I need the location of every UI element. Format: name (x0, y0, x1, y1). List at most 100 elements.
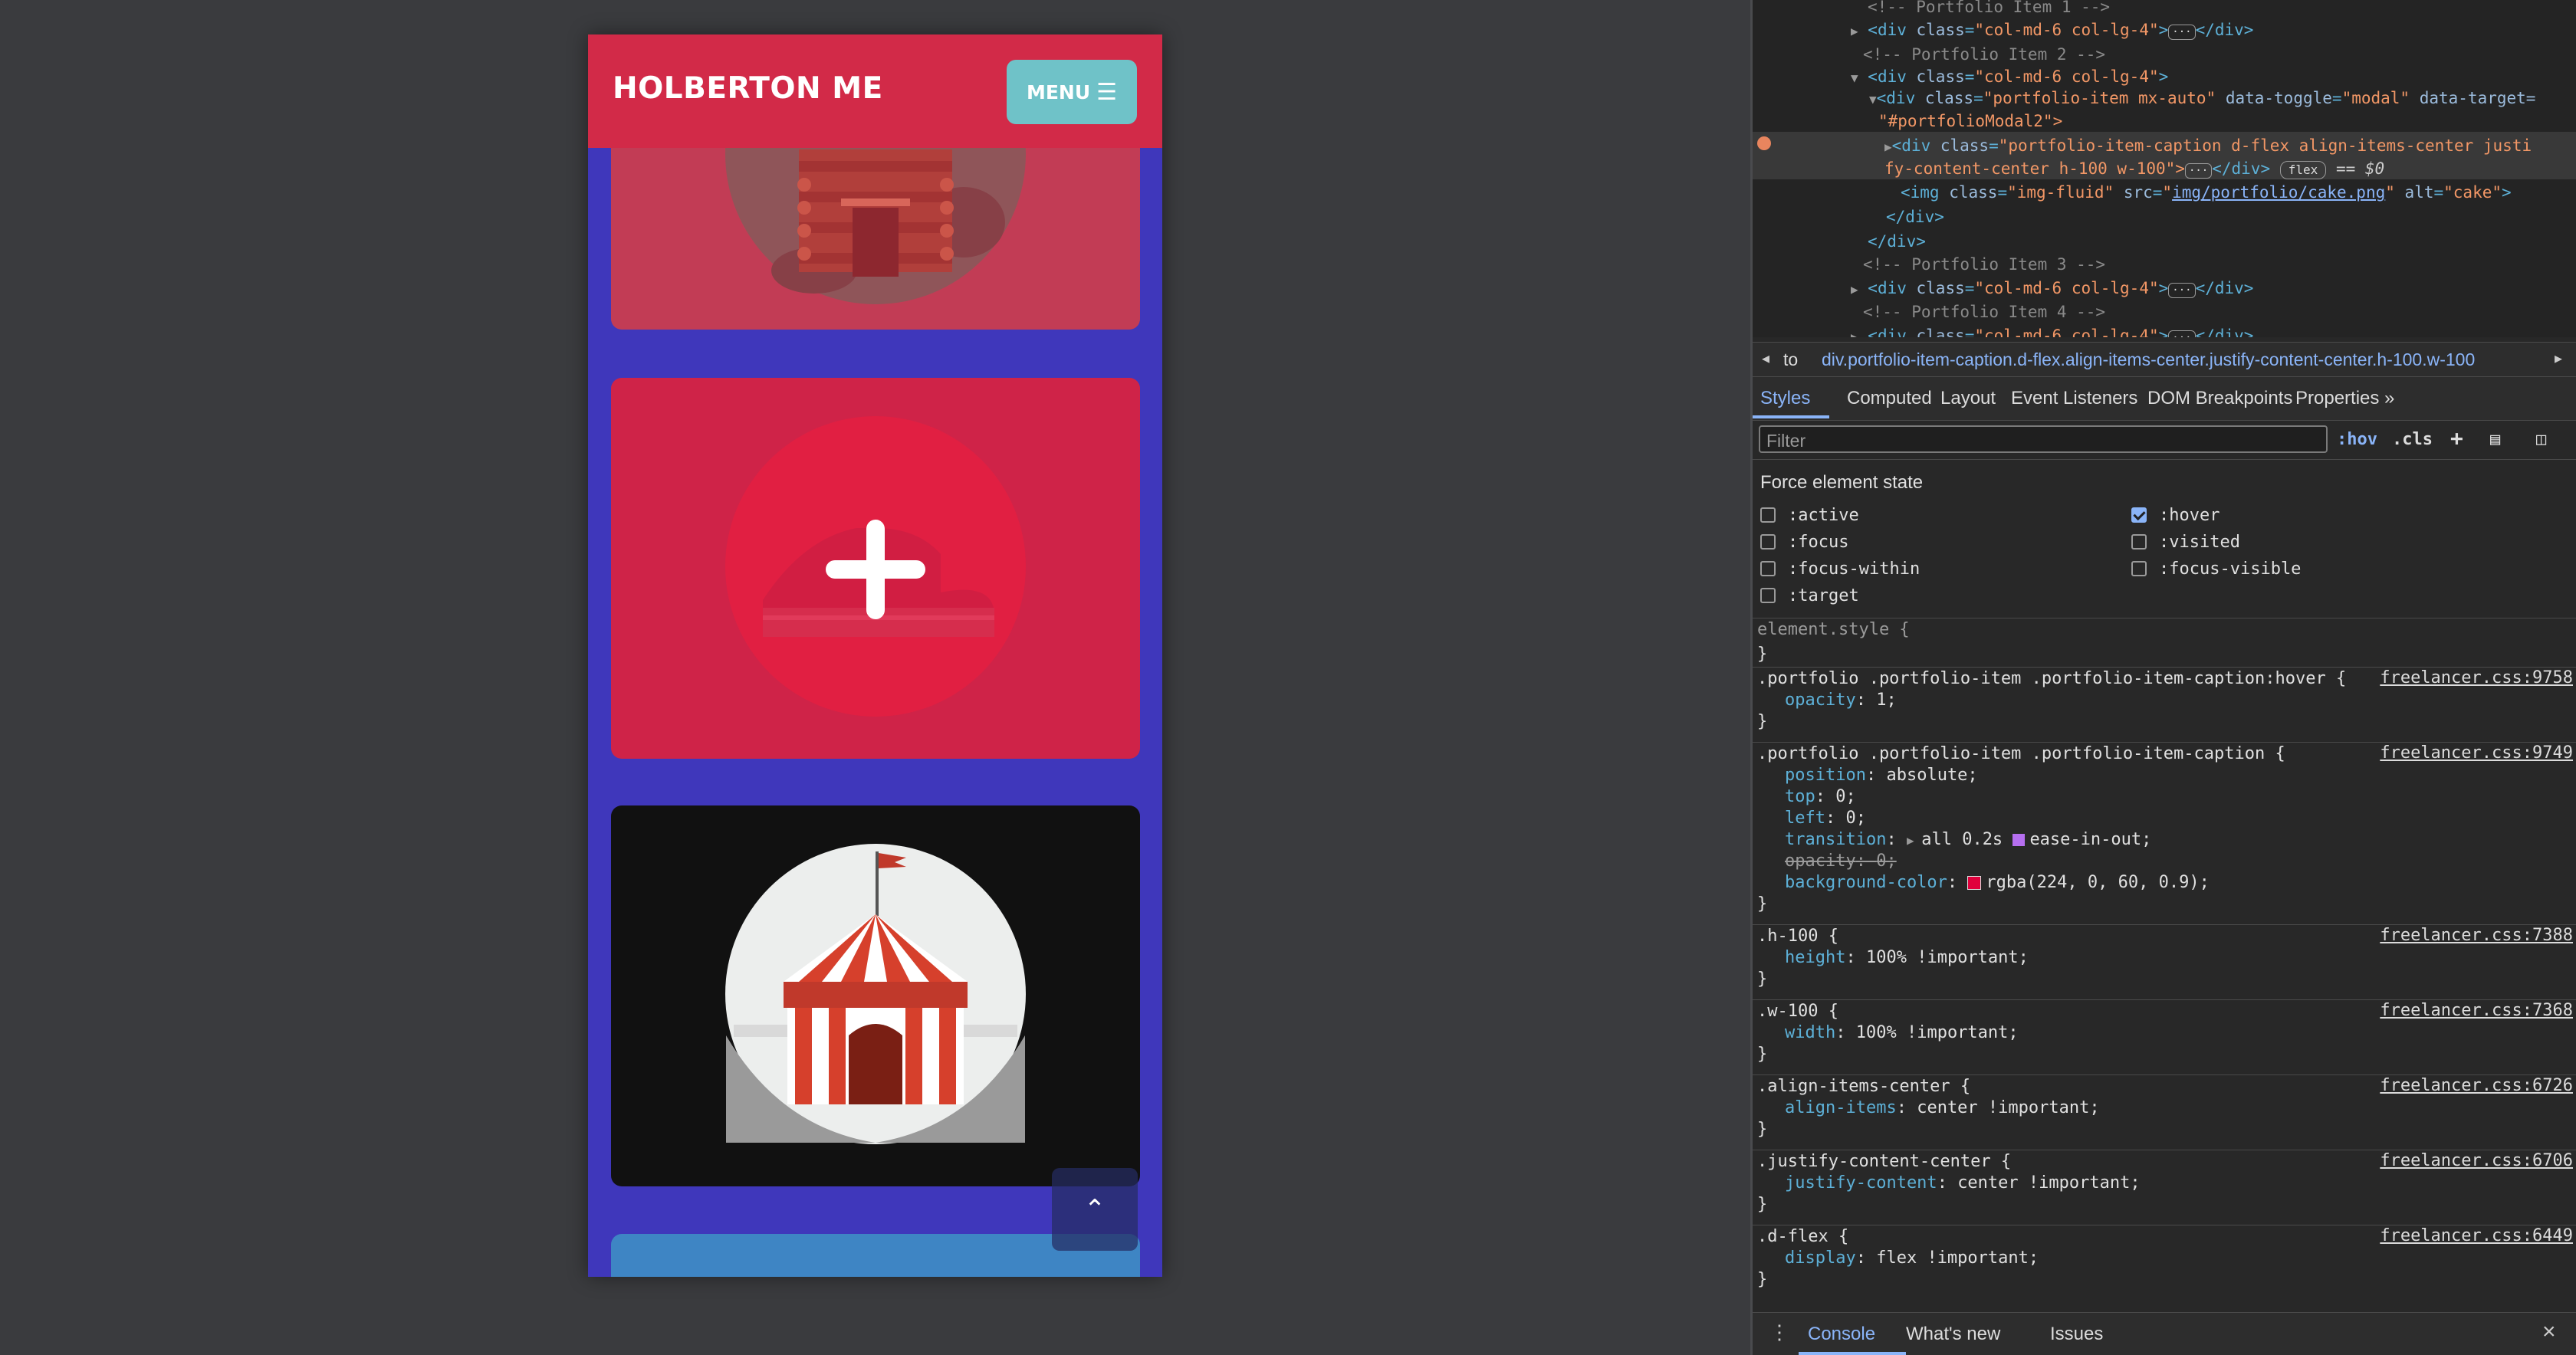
css-selector[interactable]: .w-100 { (1757, 1001, 1838, 1022)
expand-triangle-icon[interactable]: ▶ (1851, 282, 1858, 297)
breadcrumb-right-arrow-icon[interactable]: ▸ (2555, 349, 2562, 368)
breadcrumb-current[interactable]: div.portfolio-item-caption.d-flex.align-… (1822, 349, 2542, 370)
navbar: HOLBERTON ME MENU ☰ (588, 34, 1162, 148)
dom-node-line[interactable]: ▶ <div class="col-md-6 col-lg-4">···</di… (1851, 277, 2253, 301)
breadcrumb-left-arrow-icon[interactable]: ◂ (1762, 349, 1769, 368)
tab-whats-new[interactable]: What's new (1906, 1324, 2000, 1345)
css-declaration[interactable]: top: 0; (1785, 786, 1856, 808)
color-swatch-icon[interactable] (1967, 876, 1982, 890)
force-state-checkbox[interactable] (2131, 507, 2147, 523)
dom-node-line[interactable]: ▶<div class="portfolio-item-caption d-fl… (1884, 135, 2532, 180)
expand-triangle-icon[interactable]: ▶ (1851, 24, 1858, 38)
css-source-link[interactable]: freelancer.css:9749 (2380, 743, 2573, 763)
expand-triangle-icon[interactable]: ▶ (1851, 330, 1858, 337)
dom-node-line[interactable]: <!-- Portfolio Item 2 --> (1863, 43, 2105, 66)
brand-logo[interactable]: HOLBERTON ME (613, 71, 883, 106)
active-tab-indicator (1753, 415, 1829, 418)
tab-console[interactable]: Console (1808, 1324, 1875, 1345)
css-selector[interactable]: .d-flex { (1757, 1226, 1848, 1248)
css-selector[interactable]: .portfolio .portfolio-item .portfolio-it… (1757, 743, 2285, 765)
menu-label: MENU (1026, 80, 1091, 103)
css-declaration[interactable]: justify-content: center !important; (1785, 1173, 2141, 1194)
force-state-label: :visited (2159, 533, 2240, 552)
mobile-preview: HOLBERTON ME MENU ☰ ⌃ (588, 34, 1162, 1277)
dom-node-line[interactable]: ▶ <div class="col-md-6 col-lg-4">···</di… (1851, 18, 2253, 43)
breadcrumb-bar: ◂ to div.portfolio-item-caption.d-flex.a… (1753, 342, 2576, 377)
dom-node-line[interactable]: </div> (1868, 230, 1926, 253)
tab-styles[interactable]: Styles (1760, 388, 1810, 409)
css-selector[interactable]: .h-100 { (1757, 926, 1838, 947)
css-selector[interactable]: .portfolio .portfolio-item .portfolio-it… (1757, 668, 2346, 690)
tab-event-listeners[interactable]: Event Listeners (2011, 388, 2137, 409)
css-declaration[interactable]: display: flex !important; (1785, 1248, 2039, 1269)
css-source-link[interactable]: freelancer.css:7388 (2380, 926, 2573, 945)
dom-node-line[interactable]: <!-- Portfolio Item 1 --> (1868, 0, 2110, 18)
css-rule-close: } (1757, 1120, 1768, 1139)
easing-editor-icon[interactable] (2013, 834, 2026, 846)
portfolio-item-circus[interactable] (611, 805, 1140, 1186)
tab-properties[interactable]: Properties (2295, 388, 2379, 409)
css-declaration[interactable]: height: 100% !important; (1785, 947, 2029, 969)
tab-layout[interactable]: Layout (1940, 388, 1996, 409)
css-source-link[interactable]: freelancer.css:6449 (2380, 1226, 2573, 1245)
scroll-to-top-button[interactable]: ⌃ (1052, 1168, 1138, 1251)
css-declaration[interactable]: transition: ▶ all 0.2s ease-in-out; (1785, 829, 2151, 851)
dom-node-line[interactable]: <img class="img-fluid" src="img/portfoli… (1901, 181, 2512, 204)
divider (1753, 924, 2576, 925)
tab-issues[interactable]: Issues (2050, 1324, 2103, 1345)
css-rule-close: } (1757, 1195, 1768, 1214)
force-state-checkbox[interactable] (1760, 507, 1776, 523)
css-declaration[interactable]: opacity: 0; (1785, 851, 1897, 872)
force-state-label: :target (1788, 586, 1859, 605)
css-source-link[interactable]: freelancer.css:6706 (2380, 1151, 2573, 1170)
dom-node-line[interactable]: <!-- Portfolio Item 4 --> (1863, 300, 2105, 323)
tab-more-chevron-icon[interactable]: » (2384, 388, 2394, 409)
styles-tabs: Styles Computed Layout Event Listeners D… (1753, 377, 2576, 421)
dom-node-line[interactable]: <!-- Portfolio Item 3 --> (1863, 253, 2105, 276)
css-selector[interactable]: .align-items-center { (1757, 1076, 1970, 1097)
dom-node-line[interactable]: </div> (1886, 205, 1944, 228)
sidebar-toggle-icon[interactable]: ◫ (2536, 430, 2546, 449)
add-rule-icon[interactable]: + (2450, 425, 2463, 451)
dom-node-line[interactable]: ▼ <div class="col-md-6 col-lg-4"> (1851, 65, 2168, 90)
hov-toggle-button[interactable]: :hov (2337, 430, 2377, 449)
dom-node-line[interactable]: ▼<div class="portfolio-item mx-auto" dat… (1869, 87, 2535, 133)
force-state-checkbox[interactable] (2131, 561, 2147, 576)
portfolio-item-cake[interactable] (611, 378, 1140, 759)
page-viewport: HOLBERTON ME MENU ☰ ⌃ (0, 0, 1750, 1355)
force-state-checkbox[interactable] (1760, 588, 1776, 603)
css-declaration[interactable]: align-items: center !important; (1785, 1097, 2100, 1119)
css-source-link[interactable]: freelancer.css:9758 (2380, 668, 2573, 687)
close-icon[interactable]: × (2542, 1319, 2556, 1345)
paint-brush-icon[interactable]: ▤ (2490, 430, 2500, 449)
css-rule-close: } (1757, 1270, 1768, 1289)
elements-tree[interactable]: <!-- Portfolio Item 1 --> ▶ <div class="c… (1753, 0, 2576, 337)
breadcrumb-prefix[interactable]: to (1783, 349, 1798, 370)
force-state-checkbox[interactable] (2131, 534, 2147, 550)
menu-button[interactable]: MENU ☰ (1007, 60, 1137, 124)
force-state-checkbox[interactable] (1760, 534, 1776, 550)
cake-image (611, 378, 1140, 759)
kebab-menu-icon[interactable]: ⋮ (1769, 1321, 1789, 1344)
css-declaration[interactable]: background-color: rgba(224, 0, 60, 0.9); (1785, 872, 2210, 894)
css-rule-close: } (1757, 894, 1768, 914)
css-declaration[interactable]: opacity: 1; (1785, 690, 1897, 711)
devtools-panel: <!-- Portfolio Item 1 --> ▶ <div class="c… (1753, 0, 2576, 1355)
expand-triangle-icon[interactable]: ▼ (1851, 71, 1858, 85)
force-state-label: :hover (2159, 506, 2220, 525)
dom-node-line[interactable]: ▶ <div class="col-md-6 col-lg-4">···</di… (1851, 324, 2253, 337)
force-state-checkbox[interactable] (1760, 561, 1776, 576)
css-selector[interactable]: .justify-content-center { (1757, 1151, 2011, 1173)
css-source-link[interactable]: freelancer.css:7368 (2380, 1001, 2573, 1020)
element-style-selector[interactable]: element.style { (1757, 619, 1910, 641)
css-declaration[interactable]: width: 100% !important; (1785, 1022, 2019, 1044)
circus-image (725, 844, 1026, 1144)
cls-toggle-button[interactable]: .cls (2392, 430, 2433, 449)
tab-dom-breakpoints[interactable]: DOM Breakpoints (2147, 388, 2292, 409)
filter-input[interactable]: Filter (1759, 425, 2328, 453)
css-declaration[interactable]: position: absolute; (1785, 765, 1978, 786)
divider (1753, 742, 2576, 743)
css-declaration[interactable]: left: 0; (1785, 808, 1866, 829)
css-source-link[interactable]: freelancer.css:6726 (2380, 1076, 2573, 1095)
tab-computed[interactable]: Computed (1847, 388, 1932, 409)
